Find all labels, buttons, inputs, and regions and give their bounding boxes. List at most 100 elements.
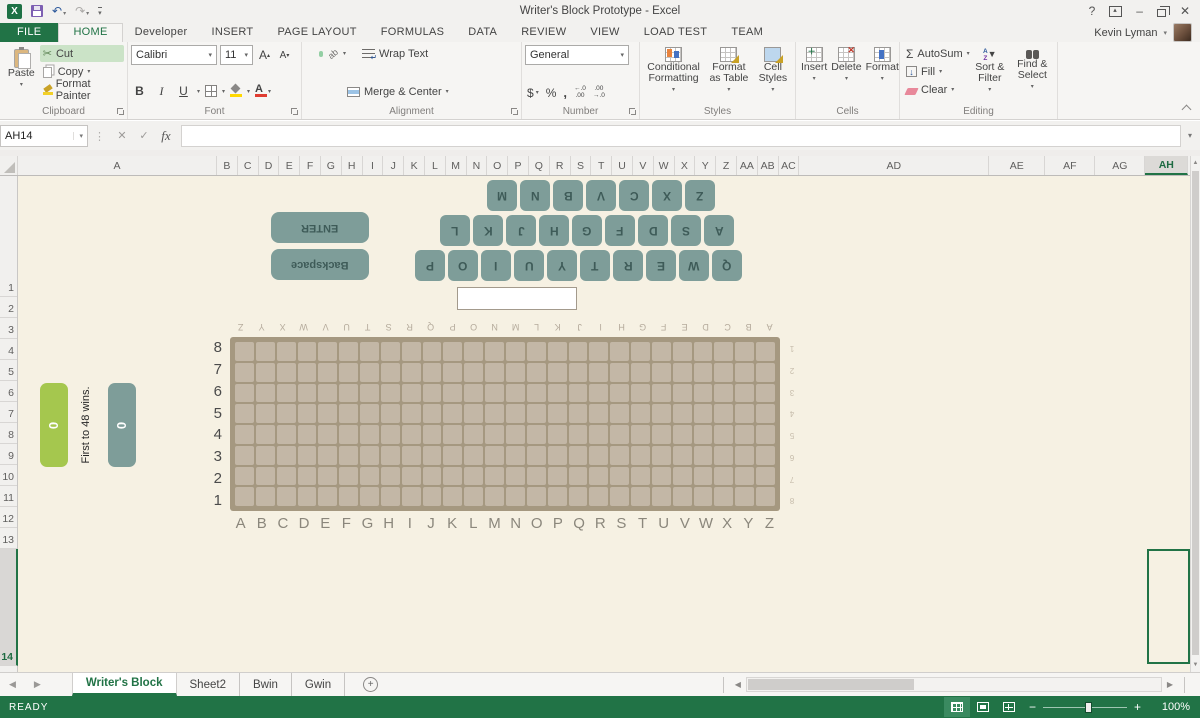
word-entry-box[interactable] xyxy=(457,287,577,310)
board-cell[interactable] xyxy=(735,425,754,444)
keyboard-key[interactable]: T xyxy=(580,250,610,281)
sheet-tab[interactable]: Bwin xyxy=(240,673,292,696)
board-cell[interactable] xyxy=(360,363,379,382)
board-cell[interactable] xyxy=(569,467,588,486)
board-cell[interactable] xyxy=(485,363,504,382)
column-header[interactable]: AC xyxy=(779,156,800,175)
board-cell[interactable] xyxy=(569,404,588,423)
tab-scroll-split[interactable] xyxy=(723,677,730,693)
column-header[interactable]: R xyxy=(550,156,571,175)
middle-align-icon[interactable] xyxy=(312,51,316,57)
board-cell[interactable] xyxy=(694,384,713,403)
board-cell[interactable] xyxy=(631,425,650,444)
decrease-indent-icon[interactable] xyxy=(326,89,330,95)
column-header[interactable]: U xyxy=(612,156,633,175)
board-cell[interactable] xyxy=(673,487,692,506)
board-cell[interactable] xyxy=(610,342,629,361)
board-cell[interactable] xyxy=(381,384,400,403)
game-board[interactable] xyxy=(230,337,780,511)
board-cell[interactable] xyxy=(339,487,358,506)
column-header[interactable]: W xyxy=(654,156,675,175)
board-cell[interactable] xyxy=(714,467,733,486)
cut-button[interactable]: Cut xyxy=(40,45,124,62)
row-header[interactable]: 9 xyxy=(0,444,17,465)
sheet-tab-active[interactable]: Writer's Block xyxy=(72,673,177,696)
row-header[interactable]: 3 xyxy=(0,318,17,339)
board-cell[interactable] xyxy=(631,363,650,382)
board-cell[interactable] xyxy=(256,487,275,506)
board-cell[interactable] xyxy=(756,487,775,506)
fill-button[interactable]: ↓ Fill ▾ xyxy=(903,63,969,80)
scroll-right-icon[interactable]: ▶ xyxy=(1162,680,1178,689)
board-cell[interactable] xyxy=(527,363,546,382)
keyboard-key[interactable]: A xyxy=(704,215,734,246)
keyboard-key[interactable]: W xyxy=(679,250,709,281)
board-cell[interactable] xyxy=(610,446,629,465)
column-header[interactable]: O xyxy=(487,156,508,175)
column-header[interactable]: P xyxy=(508,156,529,175)
board-cell[interactable] xyxy=(298,363,317,382)
font-color-icon[interactable]: A xyxy=(255,85,263,97)
avatar[interactable] xyxy=(1173,23,1192,42)
board-cell[interactable] xyxy=(652,487,671,506)
column-header[interactable]: N xyxy=(467,156,488,175)
board-cell[interactable] xyxy=(318,446,337,465)
keyboard-key[interactable]: D xyxy=(638,215,668,246)
board-cell[interactable] xyxy=(610,467,629,486)
column-header[interactable]: K xyxy=(404,156,425,175)
save-icon[interactable] xyxy=(31,5,43,17)
column-header[interactable]: D xyxy=(259,156,280,175)
board-cell[interactable] xyxy=(548,404,567,423)
board-cell[interactable] xyxy=(506,487,525,506)
board-cell[interactable] xyxy=(256,446,275,465)
board-cell[interactable] xyxy=(756,425,775,444)
paste-button[interactable]: Paste ▾ xyxy=(3,45,40,103)
board-cell[interactable] xyxy=(589,467,608,486)
board-cell[interactable] xyxy=(673,467,692,486)
column-header[interactable]: C xyxy=(238,156,259,175)
accounting-format-button[interactable]: $ xyxy=(527,86,534,100)
board-cell[interactable] xyxy=(756,342,775,361)
tab-formulas[interactable]: FORMULAS xyxy=(369,23,457,42)
column-header[interactable]: I xyxy=(363,156,384,175)
board-cell[interactable] xyxy=(714,487,733,506)
board-cell[interactable] xyxy=(464,342,483,361)
board-cell[interactable] xyxy=(548,446,567,465)
conditional-formatting-button[interactable]: Conditional Formatting ▾ xyxy=(643,45,704,103)
column-header[interactable]: L xyxy=(425,156,446,175)
board-cell[interactable] xyxy=(402,363,421,382)
tab-page-layout[interactable]: PAGE LAYOUT xyxy=(265,23,368,42)
vertical-scroll-thumb[interactable] xyxy=(1192,171,1199,655)
board-cell[interactable] xyxy=(485,467,504,486)
italic-button[interactable]: I xyxy=(153,82,170,100)
board-cell[interactable] xyxy=(756,384,775,403)
row-header[interactable]: 5 xyxy=(0,360,17,381)
chevron-down-icon[interactable]: ▾ xyxy=(73,132,83,140)
tab-view[interactable]: VIEW xyxy=(578,23,631,42)
board-cell[interactable] xyxy=(298,404,317,423)
board-cell[interactable] xyxy=(631,342,650,361)
redo-icon[interactable] xyxy=(75,2,89,20)
board-cell[interactable] xyxy=(548,425,567,444)
column-header[interactable]: T xyxy=(591,156,612,175)
board-cell[interactable] xyxy=(381,404,400,423)
chevron-down-icon[interactable]: ▾ xyxy=(197,88,200,95)
board-cell[interactable] xyxy=(673,425,692,444)
board-cell[interactable] xyxy=(548,467,567,486)
board-cell[interactable] xyxy=(756,404,775,423)
board-cell[interactable] xyxy=(298,384,317,403)
backspace-key[interactable]: Backspace xyxy=(271,249,369,280)
column-header[interactable]: B xyxy=(217,156,238,175)
board-cell[interactable] xyxy=(756,363,775,382)
board-cell[interactable] xyxy=(589,342,608,361)
align-center-icon[interactable] xyxy=(312,89,316,95)
chevron-down-icon[interactable]: ▾ xyxy=(247,88,250,95)
board-cell[interactable] xyxy=(277,425,296,444)
board-cell[interactable] xyxy=(277,446,296,465)
board-cell[interactable] xyxy=(235,467,254,486)
board-cell[interactable] xyxy=(402,384,421,403)
wrap-text-button[interactable]: Wrap Text xyxy=(359,45,431,62)
format-as-table-button[interactable]: Format as Table ▾ xyxy=(704,45,754,103)
sheet-tab[interactable]: Sheet2 xyxy=(177,673,240,696)
scroll-left-icon[interactable]: ◀ xyxy=(730,680,746,689)
